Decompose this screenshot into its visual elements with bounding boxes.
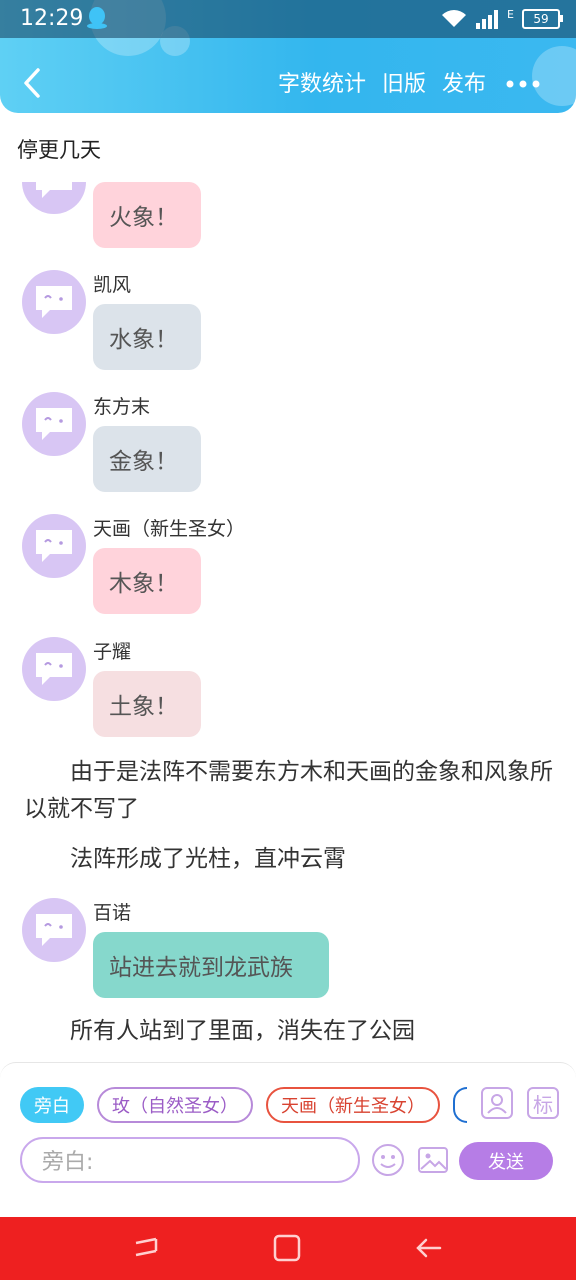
avatar[interactable] xyxy=(22,514,86,578)
chat-area[interactable]: 火象！ 凯风 水象！ 东方末 金象！ 天画（新生圣女） 木象！ 子耀 土象！ 由… xyxy=(0,182,576,1062)
speaker-name: 东方末 xyxy=(93,396,151,418)
qq-notification-icon xyxy=(87,7,107,29)
status-time: 12:29 xyxy=(20,6,84,31)
chat-bubble-face-icon xyxy=(36,182,72,198)
home-icon[interactable] xyxy=(272,1233,302,1263)
signal-icon xyxy=(476,10,499,29)
character-icon[interactable] xyxy=(481,1087,513,1119)
avatar[interactable] xyxy=(22,270,86,334)
status-bar: 12:29 E 59 xyxy=(0,0,576,38)
role-chip-overflow[interactable] xyxy=(453,1087,467,1123)
narration-text: 法阵形成了光柱，直冲云霄 xyxy=(70,846,346,872)
speaker-name: 凯风 xyxy=(93,274,132,296)
message-bubble: 土象！ xyxy=(93,671,201,737)
message-text: 水象！ xyxy=(109,327,178,353)
message-text: 金象！ xyxy=(109,449,178,475)
speaker-name: 天画（新生圣女） xyxy=(93,518,246,540)
speaker-name: 百诺 xyxy=(93,902,132,924)
composer: 旁白 玫（自然圣女） 天画（新生圣女） 标 旁白: 发送 xyxy=(0,1062,576,1218)
avatar[interactable] xyxy=(22,392,86,456)
message-text: 火象！ xyxy=(109,205,178,231)
message-text: 木象！ xyxy=(109,571,178,597)
back-arrow-icon[interactable] xyxy=(18,64,48,102)
label-button[interactable]: 标 xyxy=(527,1087,559,1119)
avatar[interactable] xyxy=(22,182,86,214)
message-bubble: 木象！ xyxy=(93,548,201,614)
narration-text: 所有人站到了里面，消失在了公园 xyxy=(70,1018,415,1044)
message-bubble: 站进去就到龙武族 xyxy=(93,932,329,998)
old-version-button[interactable]: 旧版 xyxy=(382,66,426,98)
avatar[interactable] xyxy=(22,898,86,962)
wifi-icon xyxy=(442,10,467,27)
top-header: 12:29 E 59 字数统计 旧版 发布 xyxy=(0,0,576,113)
system-nav-bar xyxy=(0,1217,576,1280)
speaker-name: 子耀 xyxy=(93,641,132,663)
battery-icon: 59 xyxy=(522,9,563,29)
message-text: 土象！ xyxy=(109,694,178,720)
role-chip-narrator[interactable]: 旁白 xyxy=(20,1087,84,1123)
chat-bubble-face-icon xyxy=(36,286,72,318)
avatar[interactable] xyxy=(22,637,86,701)
status-icons: E 59 xyxy=(441,6,563,32)
publish-button[interactable]: 发布 xyxy=(442,66,486,98)
chat-bubble-face-icon xyxy=(36,914,72,946)
more-icon[interactable] xyxy=(506,80,540,88)
role-chip-mei[interactable]: 玫（自然圣女） xyxy=(97,1087,253,1123)
message-input[interactable]: 旁白: xyxy=(20,1137,360,1183)
message-bubble: 金象！ xyxy=(93,426,201,492)
recent-apps-icon[interactable] xyxy=(132,1233,160,1263)
person-icon xyxy=(487,1094,507,1114)
message-bubble: 水象！ xyxy=(93,304,201,370)
chat-bubble-face-icon xyxy=(36,408,72,440)
role-chip-tianhua[interactable]: 天画（新生圣女） xyxy=(266,1087,440,1123)
message-text: 站进去就到龙武族 xyxy=(109,955,293,981)
back-nav-icon[interactable] xyxy=(414,1233,444,1263)
header-actions: 字数统计 旧版 发布 xyxy=(278,66,486,98)
image-icon[interactable] xyxy=(418,1145,448,1175)
network-type: E xyxy=(507,7,514,21)
narration-text: 由于是法阵不需要东方木和天画的金象和风象所以就不写了 xyxy=(24,759,553,822)
word-count-button[interactable]: 字数统计 xyxy=(278,66,366,98)
emoji-icon[interactable] xyxy=(371,1143,405,1177)
send-button[interactable]: 发送 xyxy=(459,1142,553,1180)
chat-bubble-face-icon xyxy=(36,530,72,562)
chat-bubble-face-icon xyxy=(36,653,72,685)
decor-bubble xyxy=(532,46,576,106)
message-bubble: 火象！ xyxy=(93,182,201,248)
story-title: 停更几天 xyxy=(17,138,101,162)
input-placeholder: 旁白: xyxy=(42,1150,94,1175)
